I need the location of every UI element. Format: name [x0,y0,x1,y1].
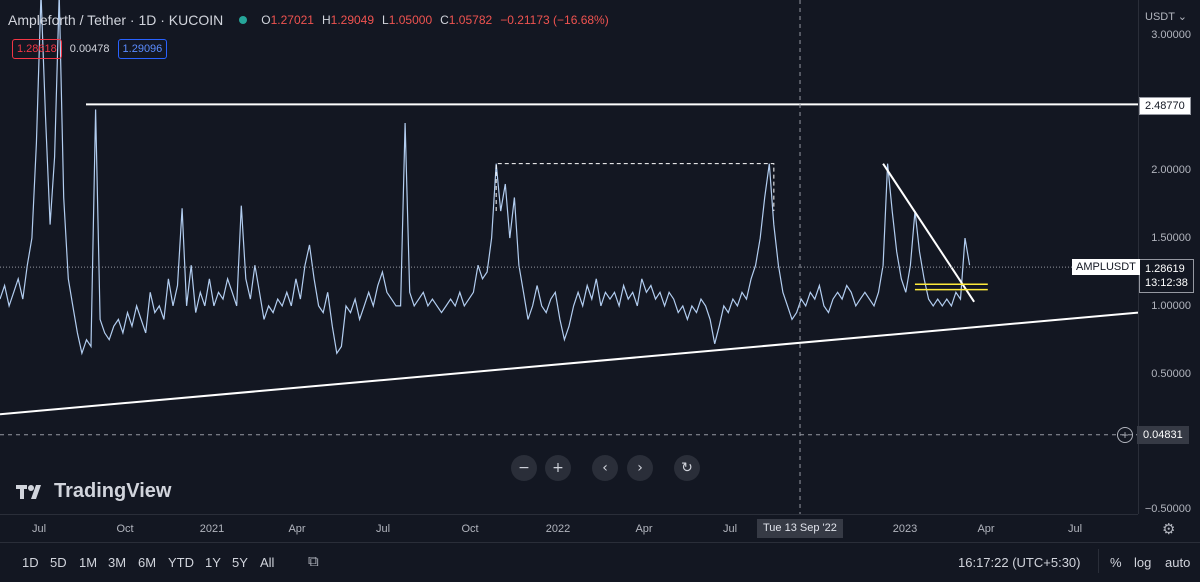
time-tick: Oct [116,523,134,535]
zoom-in-button[interactable]: + [545,455,571,481]
chevron-down-icon: ⌄ [1174,11,1188,23]
price-chart-svg[interactable] [0,0,1138,514]
range-button-1m[interactable]: 1M [79,555,97,570]
symbol-tag-label: AMPLUSDT [1072,259,1140,275]
price-tick: 1.50000 [1151,232,1191,245]
scroll-left-button[interactable]: ‹ [592,455,618,481]
settings-gear-icon[interactable]: ⚙ [1162,520,1175,538]
time-tick: 2021 [199,523,225,535]
time-tick: 2022 [545,523,571,535]
range-button-1d[interactable]: 1D [22,555,39,570]
bottom-toolbar: 1D 5D 1M 3M 6M YTD 1Y 5Y All ⧉ 16:17:22 (UTC+5:3… [0,542,1200,582]
chart-pane[interactable]: Ampleforth / Tether · 1D · KUCOIN O1.270… [0,0,1138,514]
price-tick: 1.00000 [1151,299,1191,312]
range-button-all[interactable]: All [260,555,274,570]
ohlc-open: O1.27021 [261,13,314,27]
indicator-value-blue: 1.29096 [117,39,168,59]
indicator-value-plain: 0.00478 [69,43,110,55]
time-tick: Apr [977,523,995,535]
range-button-3m[interactable]: 3M [108,555,126,570]
time-tick: 2023 [892,523,918,535]
range-button-1y[interactable]: 1Y [205,555,221,570]
time-tick: Jul [1067,523,1083,535]
clock-timezone[interactable]: 16:17:22 (UTC+5:30) [958,555,1080,570]
toolbar-divider [1098,549,1099,573]
resistance-price-label: 2.48770 [1139,97,1191,115]
symbol-title[interactable]: Ampleforth / Tether · 1D · KUCOIN [8,12,223,28]
indicator-value-red: 1.28618 [12,39,62,59]
ohlc-change: −0.21173 (−16.68%) [500,13,609,27]
reset-chart-button[interactable]: ↻ [674,455,700,481]
log-scale-button[interactable]: log [1134,555,1151,570]
dashed-range-box [495,163,775,212]
market-status-dot [239,16,248,24]
price-tick: −0.50000 [1144,503,1191,515]
last-price-value: 1.28619 [1145,263,1185,275]
chart-navigation: − + ‹ › ↻ [0,455,1138,481]
watermark-text: TradingView [54,480,172,502]
ohlc-close: C1.05782 [440,13,493,27]
time-scale[interactable]: Jul Oct 2021 Apr Jul Oct 2022 Apr Jul 2023 Apr Jul … [0,514,1138,543]
price-tick: 0.50000 [1151,367,1191,380]
indicator-legend: 1.28618 0.00478 1.29096 [12,39,168,59]
scroll-right-button[interactable]: › [627,455,653,481]
price-tick: 3.00000 [1151,29,1191,41]
crosshair-price-label: 0.04831 [1137,426,1189,444]
crosshair-time-label: Tue 13 Sep '22 [757,519,843,538]
tradingview-watermark: TradingView [16,480,171,503]
range-button-6m[interactable]: 6M [138,555,156,570]
date-range-calendar-icon[interactable]: ⧉ [308,553,319,570]
time-tick: Apr [288,523,306,535]
price-scale[interactable]: USDT ⌄ 3.00000 2.00000 1.50000 1.00000 0.500… [1137,0,1200,515]
time-tick: Oct [461,523,479,535]
currency-selector[interactable]: USDT ⌄ [1145,10,1187,23]
ohlc-high: H1.29049 [321,13,375,27]
countdown-timer: 13:12:38 [1145,277,1188,289]
descending-trendline [882,163,975,303]
range-button-5d[interactable]: 5D [50,555,67,570]
auto-scale-button[interactable]: auto [1165,555,1190,570]
symbol-legend: Ampleforth / Tether · 1D · KUCOIN O1.270… [8,12,617,28]
last-price-label: 1.28619 13:12:38 [1139,259,1194,293]
add-alert-plus-icon[interactable]: + [1117,427,1133,443]
percent-scale-button[interactable]: % [1110,555,1122,570]
zoom-out-button[interactable]: − [511,455,537,481]
time-tick: Jul [722,523,738,535]
range-button-5y[interactable]: 5Y [232,555,248,570]
time-tick: Jul [375,523,391,535]
tradingview-logo-icon [16,484,41,499]
time-tick: Apr [635,523,653,535]
time-tick: Jul [31,523,47,535]
range-button-ytd[interactable]: YTD [168,555,194,570]
price-tick: 2.00000 [1151,164,1191,177]
ohlc-low: L1.05000 [382,13,433,27]
